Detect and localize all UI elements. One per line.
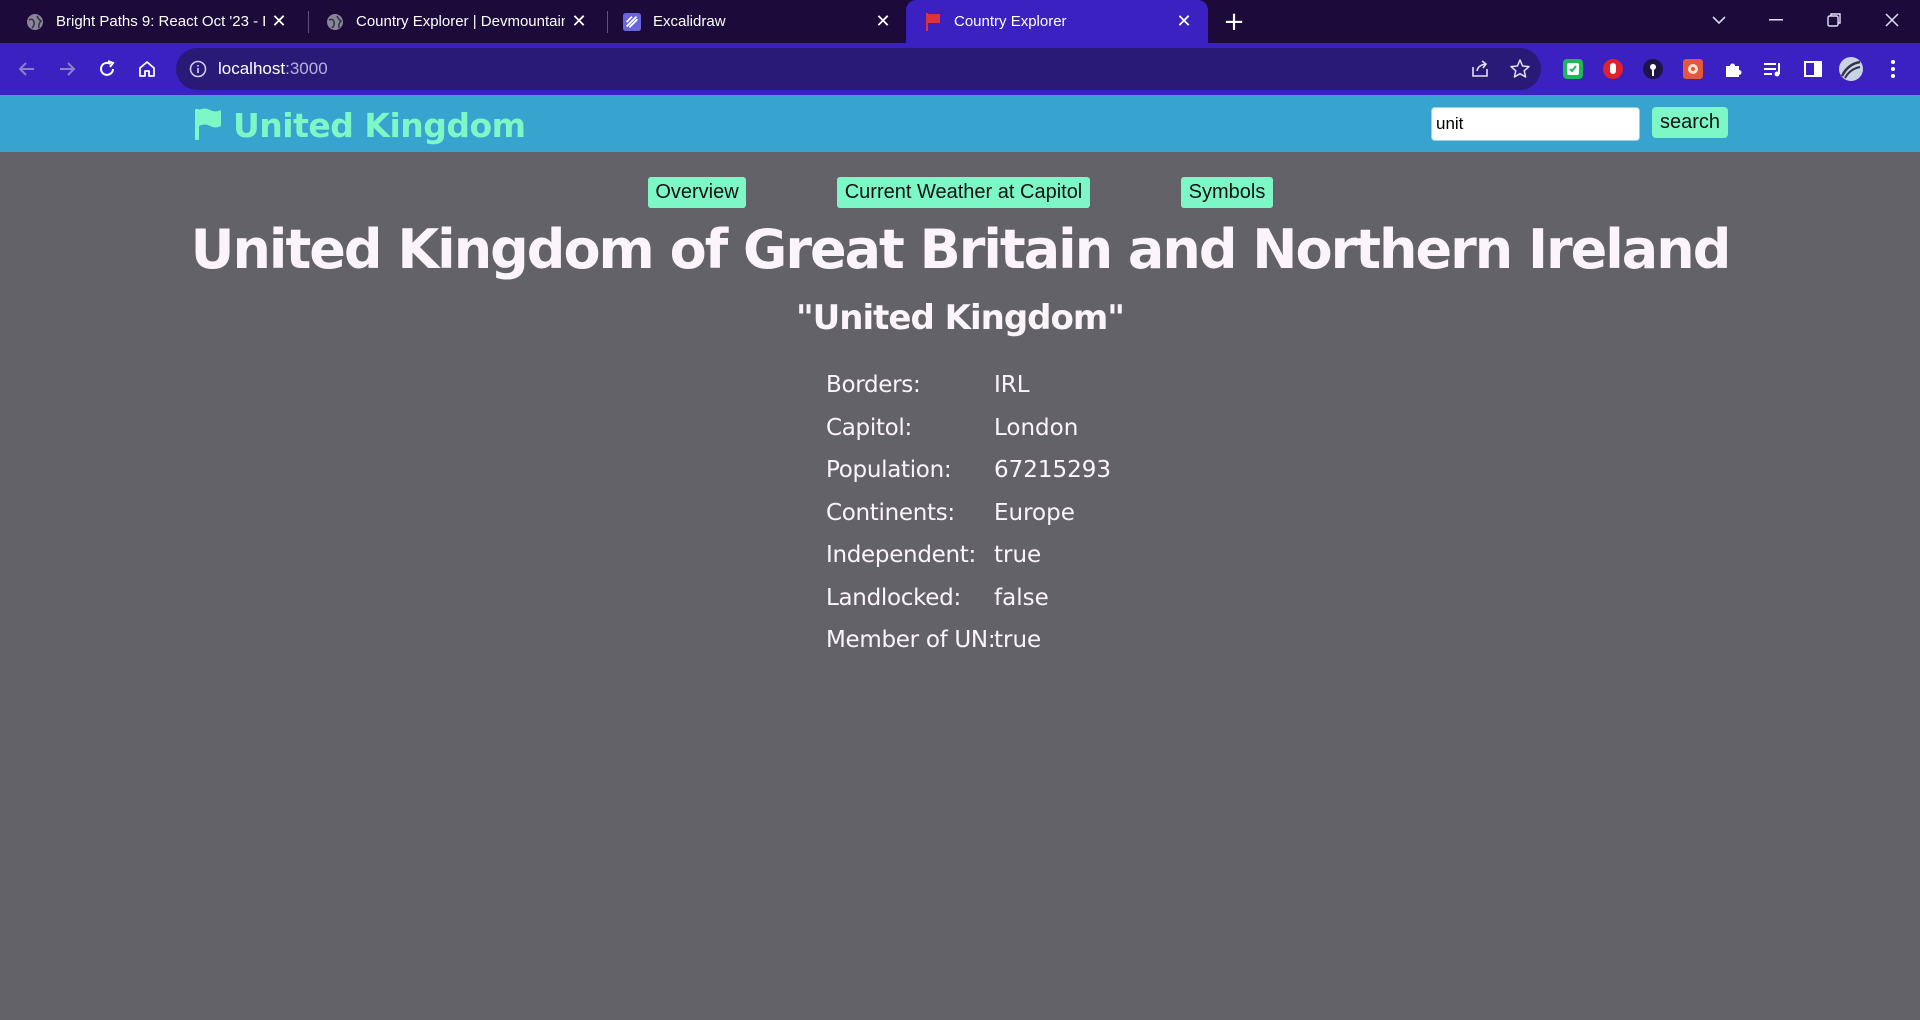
close-icon[interactable]: ✕ (1170, 8, 1198, 36)
tab-title: Excalidraw (653, 13, 726, 30)
tab-title: Country Explorer (954, 13, 1067, 30)
fact-label: Capitol: (826, 414, 912, 441)
close-icon[interactable]: ✕ (565, 8, 593, 36)
share-icon[interactable] (1469, 58, 1491, 80)
grammar-extension-icon[interactable] (1560, 56, 1586, 82)
fact-value: London (994, 414, 1079, 441)
official-country-name: United Kingdom of Great Britain and Nort… (190, 218, 1732, 281)
media-queue-icon[interactable] (1760, 56, 1786, 82)
url-text: localhost:3000 (218, 59, 328, 79)
podcast-extension-icon[interactable] (1640, 56, 1666, 82)
browser-tab-bright-paths[interactable]: Bright Paths 9: React Oct '23 - De ✕ (0, 0, 303, 43)
home-icon[interactable] (133, 55, 161, 83)
app-header: United Kingdom search (0, 95, 1920, 152)
fact-value: true (994, 627, 1042, 653)
tab-title: Bright Paths 9: React Oct '23 - De (56, 13, 265, 30)
fact-label: Landlocked: (826, 584, 961, 611)
tab-symbols[interactable]: Symbols (1181, 177, 1273, 208)
address-bar[interactable]: localhost:3000 (176, 48, 1541, 90)
fact-value: IRL (994, 372, 1030, 398)
tab-current-weather[interactable]: Current Weather at Capitol (837, 177, 1090, 208)
restore-icon[interactable] (1810, 0, 1858, 40)
tab-search-chevron-icon[interactable] (1695, 0, 1743, 40)
tab-overview[interactable]: Overview (648, 177, 746, 208)
fact-value: 67215293 (994, 457, 1112, 483)
stop-hand-extension-icon[interactable] (1600, 56, 1626, 82)
browser-tab-strip: Bright Paths 9: React Oct '23 - De ✕ Cou… (0, 0, 1920, 43)
back-arrow-icon[interactable] (13, 55, 41, 83)
site-info-icon[interactable] (188, 59, 208, 79)
browser-tab-excalidraw[interactable]: Excalidraw ✕ (597, 0, 907, 43)
fact-label: Independent: (826, 542, 976, 568)
browser-menu-icon[interactable] (1880, 56, 1906, 82)
reload-icon[interactable] (93, 55, 121, 83)
bookmark-star-icon[interactable] (1509, 58, 1531, 80)
url-port: :3000 (285, 59, 328, 78)
fact-label: Population: (826, 457, 952, 483)
fact-value: true (994, 542, 1042, 568)
search-input[interactable] (1431, 107, 1640, 141)
brand[interactable]: United Kingdom (193, 106, 526, 145)
url-host: localhost (218, 59, 286, 78)
minimize-icon[interactable] (1752, 0, 1800, 40)
browser-tab-country-explorer-devmountain[interactable]: Country Explorer | Devmountain S ✕ (300, 0, 603, 43)
new-tab-button[interactable]: + (1218, 6, 1250, 38)
window-close-icon[interactable] (1868, 0, 1916, 40)
close-icon[interactable]: ✕ (265, 8, 293, 36)
fact-value: false (994, 584, 1049, 611)
forward-arrow-icon[interactable] (53, 55, 81, 83)
close-icon[interactable]: ✕ (869, 8, 897, 36)
fact-label: Borders: (826, 372, 921, 398)
fact-label: Continents: (826, 499, 955, 526)
side-panel-icon[interactable] (1800, 56, 1826, 82)
fact-value: Europe (994, 499, 1075, 526)
search-button[interactable]: search (1652, 107, 1728, 138)
flag-icon (193, 107, 223, 145)
brand-title: United Kingdom (233, 106, 526, 145)
excalidraw-icon (623, 12, 641, 31)
extensions-puzzle-icon[interactable] (1720, 56, 1746, 82)
browser-tab-country-explorer[interactable]: Country Explorer ✕ (906, 0, 1208, 43)
red-flag-icon (924, 12, 942, 31)
common-country-name: "United Kingdom" (795, 298, 1125, 338)
tab-title: Country Explorer | Devmountain S (356, 13, 565, 30)
fact-label: Member of UN: (826, 627, 996, 653)
globe-icon (326, 13, 344, 31)
globe-icon (26, 13, 44, 31)
browser-toolbar: localhost:3000 (0, 43, 1920, 95)
profile-avatar-icon[interactable] (1838, 56, 1864, 82)
flower-extension-icon[interactable] (1680, 56, 1706, 82)
